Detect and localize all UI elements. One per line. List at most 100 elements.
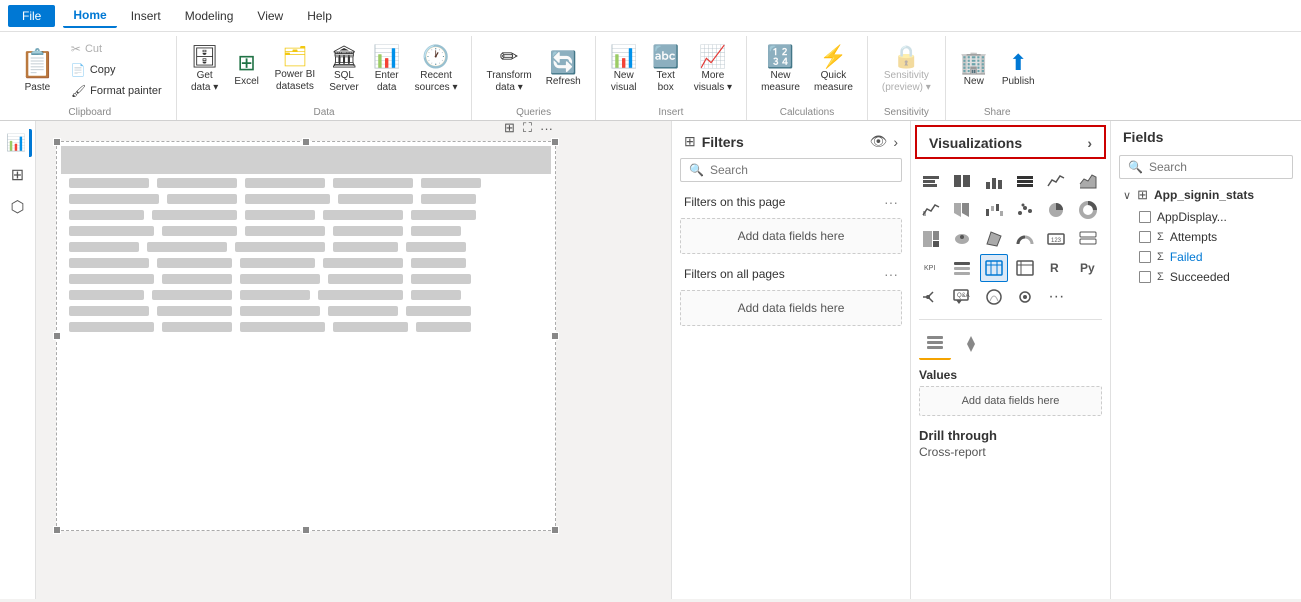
new-visual-button[interactable]: 📊 Newvisual bbox=[604, 38, 644, 102]
fields-search-input[interactable] bbox=[1149, 160, 1284, 174]
viz-icon-line-chart[interactable] bbox=[1042, 167, 1070, 195]
publish-button[interactable]: ⬆ Publish bbox=[996, 38, 1041, 102]
filters-eye-icon[interactable]: 👁 bbox=[870, 133, 888, 150]
viz-icon-matrix[interactable] bbox=[1011, 254, 1039, 282]
viz-icon-arcgis[interactable] bbox=[980, 283, 1008, 311]
viz-icon-python-visual[interactable]: Py bbox=[1074, 254, 1102, 282]
viz-icon-multirow-card[interactable] bbox=[1074, 225, 1102, 253]
fields-checkbox-attempts[interactable] bbox=[1139, 231, 1151, 243]
viz-icon-qa[interactable]: Q&A bbox=[948, 283, 976, 311]
filters-on-page-add[interactable]: Add data fields here bbox=[680, 218, 902, 254]
resize-handle-tc[interactable] bbox=[302, 138, 310, 146]
viz-icon-gauge[interactable] bbox=[1011, 225, 1039, 253]
viz-icon-waterfall[interactable] bbox=[980, 196, 1008, 224]
viz-icon-scatter[interactable] bbox=[1011, 196, 1039, 224]
recent-sources-button[interactable]: 🕐 Recentsources ▾ bbox=[409, 38, 464, 102]
cell-4 bbox=[333, 178, 413, 188]
viz-add-field-box[interactable]: Add data fields here bbox=[919, 386, 1102, 416]
viz-icon-r-visual[interactable]: R bbox=[1042, 254, 1070, 282]
resize-handle-br[interactable] bbox=[551, 526, 559, 534]
viz-icon-paint-brush[interactable] bbox=[1011, 283, 1039, 311]
viz-icon-ribbon[interactable] bbox=[948, 196, 976, 224]
menu-help[interactable]: Help bbox=[297, 5, 342, 27]
menu-home[interactable]: Home bbox=[63, 4, 116, 28]
paste-button[interactable]: 📋 Paste bbox=[12, 38, 63, 102]
viz-icon-line-cluster[interactable] bbox=[917, 196, 945, 224]
excel-button[interactable]: ⊞ Excel bbox=[227, 38, 267, 102]
get-data-button[interactable]: 🗄 Getdata ▾ bbox=[185, 38, 225, 102]
filters-all-pages-add[interactable]: Add data fields here bbox=[680, 290, 902, 326]
fields-table-item[interactable]: ∨ ⊞ App_signin_stats bbox=[1111, 183, 1301, 207]
transform-data-button[interactable]: ✏ Transformdata ▾ bbox=[480, 38, 537, 102]
format-painter-button[interactable]: 🖌 Format painter bbox=[65, 81, 168, 101]
viz-icon-more[interactable]: ··· bbox=[1042, 283, 1070, 311]
fields-checkbox-succeeded[interactable] bbox=[1139, 271, 1151, 283]
viz-icon-kpi[interactable]: KPI bbox=[917, 254, 945, 282]
viz-icon-card[interactable]: 123 bbox=[1042, 225, 1070, 253]
cell-4 bbox=[333, 322, 408, 332]
more-visuals-label: Morevisuals ▾ bbox=[694, 70, 732, 94]
file-menu[interactable]: File bbox=[8, 5, 55, 27]
fields-field-succeeded[interactable]: Σ Succeeded bbox=[1111, 267, 1301, 287]
filters-search-box[interactable]: 🔍 bbox=[680, 158, 902, 182]
cell-2 bbox=[152, 210, 237, 220]
cut-button[interactable]: ✂ Cut bbox=[65, 39, 168, 59]
model-view-icon[interactable]: ⬡ bbox=[4, 193, 32, 221]
filters-all-pages-more[interactable]: ··· bbox=[884, 266, 898, 282]
resize-handle-ml[interactable] bbox=[53, 332, 61, 340]
viz-icon-100pct-bar[interactable] bbox=[1011, 167, 1039, 195]
viz-icon-clustered-bar[interactable] bbox=[948, 167, 976, 195]
resize-handle-tl[interactable] bbox=[53, 138, 61, 146]
quick-measure-button[interactable]: ⚡ Quickmeasure bbox=[808, 38, 859, 102]
viz-icon-table[interactable] bbox=[980, 254, 1008, 282]
enter-data-button[interactable]: 📊 Enterdata bbox=[367, 38, 407, 102]
power-bi-datasets-button[interactable]: 🗂 Power BIdatasets bbox=[269, 38, 322, 102]
viz-icon-map[interactable] bbox=[948, 225, 976, 253]
new-measure-button[interactable]: 🔢 Newmeasure bbox=[755, 38, 806, 102]
more-visuals-button[interactable]: 📈 Morevisuals ▾ bbox=[688, 38, 738, 102]
fields-field-attempts[interactable]: Σ Attempts bbox=[1111, 227, 1301, 247]
sql-server-button[interactable]: 🏛 SQLServer bbox=[323, 38, 364, 102]
data-view-icon[interactable]: ⊞ bbox=[4, 161, 32, 189]
data-group-label: Data bbox=[185, 105, 464, 120]
sensitivity-button[interactable]: 🔒 Sensitivity(preview) ▾ bbox=[876, 38, 937, 102]
filters-chevron-icon[interactable]: › bbox=[893, 134, 898, 150]
viz-icon-stacked-column[interactable] bbox=[980, 167, 1008, 195]
viz-icon-filled-map[interactable] bbox=[980, 225, 1008, 253]
viz-icon-pie[interactable] bbox=[1042, 196, 1070, 224]
new-button[interactable]: 🏢 New bbox=[954, 38, 994, 102]
refresh-button[interactable]: 🔄 Refresh bbox=[540, 38, 587, 102]
viz-icon-treemap[interactable] bbox=[917, 225, 945, 253]
viz-icon-area-chart[interactable] bbox=[1074, 167, 1102, 195]
viz-fields-icon[interactable] bbox=[919, 328, 951, 360]
fields-search-box[interactable]: 🔍 bbox=[1119, 155, 1293, 179]
filters-search-input[interactable] bbox=[710, 163, 893, 177]
text-box-button[interactable]: 🔤 Textbox bbox=[646, 38, 686, 102]
resize-handle-bl[interactable] bbox=[53, 526, 61, 534]
copy-button[interactable]: 📄 Copy bbox=[65, 60, 168, 80]
visual-canvas[interactable]: ⊞ ⛶ ··· bbox=[56, 141, 556, 531]
menu-view[interactable]: View bbox=[247, 5, 293, 27]
menu-modeling[interactable]: Modeling bbox=[175, 5, 244, 27]
expand-canvas-icon[interactable]: ⛶ bbox=[521, 121, 534, 138]
report-view-icon[interactable]: 📊 bbox=[4, 129, 32, 157]
fields-checkbox-failed[interactable] bbox=[1139, 251, 1151, 263]
filter-canvas-icon[interactable]: ⊞ bbox=[502, 121, 517, 138]
viz-icon-decomp-tree[interactable] bbox=[917, 283, 945, 311]
resize-handle-mr[interactable] bbox=[551, 332, 559, 340]
resize-handle-bc[interactable] bbox=[302, 526, 310, 534]
share-group-label: Share bbox=[954, 105, 1041, 120]
more-visuals-icon: 📈 bbox=[699, 46, 726, 68]
viz-icon-stacked-bar[interactable] bbox=[917, 167, 945, 195]
filters-on-page-more[interactable]: ··· bbox=[884, 194, 898, 210]
viz-format-icon[interactable] bbox=[955, 328, 987, 360]
fields-field-appdisplay[interactable]: AppDisplay... bbox=[1111, 207, 1301, 227]
resize-handle-tr[interactable] bbox=[551, 138, 559, 146]
menu-insert[interactable]: Insert bbox=[121, 5, 171, 27]
viz-icon-slicer[interactable] bbox=[948, 254, 976, 282]
fields-checkbox-appdisplay[interactable] bbox=[1139, 211, 1151, 223]
fields-field-failed[interactable]: Σ Failed bbox=[1111, 247, 1301, 267]
viz-chevron-icon[interactable]: › bbox=[1087, 135, 1092, 151]
more-canvas-icon[interactable]: ··· bbox=[538, 121, 555, 138]
viz-icon-donut[interactable] bbox=[1074, 196, 1102, 224]
